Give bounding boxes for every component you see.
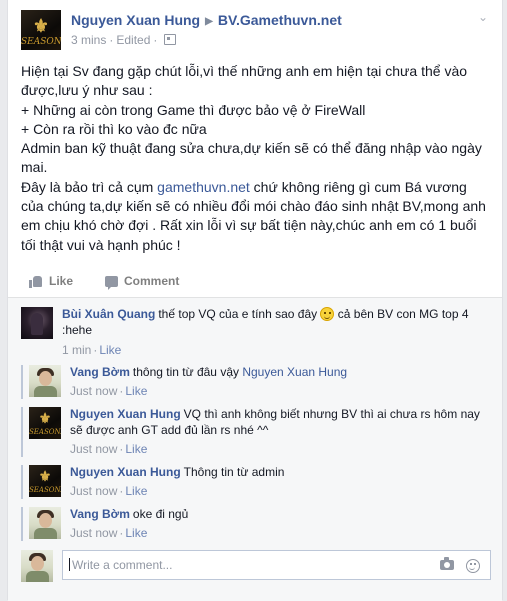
smiley-emoji-icon [320, 307, 335, 321]
gamethuvn-link[interactable]: gamethuvn.net [157, 179, 250, 195]
emoji-smile-icon[interactable] [466, 559, 480, 573]
text-caret [69, 558, 70, 571]
comment-meta: Just now · Like [70, 384, 148, 398]
chevron-down-icon[interactable]: ⌄ [475, 10, 491, 26]
commenter-name-link[interactable]: Nguyen Xuan Hung [70, 407, 181, 421]
commenter-avatar[interactable]: ⚜ SEASONX [29, 407, 61, 439]
comment-timestamp[interactable]: Just now [70, 526, 117, 540]
speech-bubble-icon [105, 275, 118, 290]
post-text-line: Đây là bảo trì cả cụm gamethuvn.net chứ … [21, 178, 486, 253]
post-header: ⚜ SEASONX Nguyen Xuan Hung ▶ BV.Gamethuvn.… [21, 10, 491, 50]
commenter-name-link[interactable]: Vang Bờm [70, 507, 130, 521]
commenter-avatar[interactable]: ⚜ SEASONX [29, 465, 61, 497]
like-button[interactable]: Like [29, 274, 73, 288]
post-timestamp[interactable]: 3 mins [71, 33, 106, 47]
comment-text: Nguyen Xuan Hung Thông tin từ admin [70, 465, 285, 479]
comment-like-link[interactable]: Like [125, 384, 147, 398]
current-user-avatar [21, 550, 53, 582]
commenter-avatar[interactable] [29, 507, 61, 539]
post-body: Hiện tại Sv đang gặp chút lỗi,vì thế nhữ… [21, 62, 491, 255]
author-name-link[interactable]: Nguyen Xuan Hung [71, 12, 200, 28]
commenter-avatar[interactable] [21, 307, 53, 339]
commenter-avatar[interactable] [29, 365, 61, 397]
comment-text: Vang Bờm thông tin từ đâu vậy Nguyen Xuan… [70, 365, 348, 379]
post-text-line: Admin ban kỹ thuật đang sửa chưa,dự kiến… [21, 140, 482, 176]
camera-icon[interactable] [440, 557, 454, 570]
comment-input[interactable]: Write a comment... [62, 550, 491, 580]
comment-timestamp[interactable]: 1 min [62, 343, 91, 357]
author-line: Nguyen Xuan Hung ▶ BV.Gamethuvn.net [71, 12, 342, 28]
mention-link[interactable]: Nguyen Xuan Hung [242, 365, 347, 379]
comment-text: Nguyen Xuan Hung VQ thì anh không biết nh… [70, 407, 480, 437]
commenter-name-link[interactable]: Nguyen Xuan Hung [70, 465, 181, 479]
comment-like-link[interactable]: Like [99, 343, 121, 357]
comment-meta: Just now · Like [70, 526, 148, 540]
edited-label[interactable]: Edited [116, 33, 150, 47]
comment-item: ⚜ SEASONX Nguyen Xuan HungVQ thì anh khô… [21, 407, 493, 457]
author-avatar[interactable]: ⚜ SEASONX [21, 10, 61, 50]
audience-icon[interactable] [164, 34, 177, 45]
comment-like-link[interactable]: Like [125, 484, 147, 498]
arrow-right-icon: ▶ [205, 16, 213, 27]
commenter-name-link[interactable]: Bùi Xuân Quang [62, 307, 155, 321]
target-page-link[interactable]: BV.Gamethuvn.net [218, 12, 342, 28]
comment-item: Vang Bờm thông tin từ đâu vậy Nguyen Xuan… [21, 365, 493, 399]
comment-item: Bùi Xuân Quang thế top VQ của e tính sao … [21, 307, 491, 357]
comment-item: ⚜ SEASONX Nguyen Xuan HungThông tin từ a… [21, 465, 493, 499]
comment-timestamp[interactable]: Just now [70, 384, 117, 398]
comment-composer: Write a comment... [21, 550, 491, 582]
comment-timestamp[interactable]: Just now [70, 442, 117, 456]
comment-button[interactable]: Comment [105, 274, 179, 290]
post-meta: 3 mins · Edited · [71, 33, 177, 47]
commenter-name-link[interactable]: Vang Bờm [70, 365, 130, 379]
comment-meta: Just now · Like [70, 484, 148, 498]
thumbs-up-icon [29, 275, 43, 288]
comment-meta: 1 min · Like [62, 343, 122, 357]
comment-like-link[interactable]: Like [125, 442, 147, 456]
comment-like-link[interactable]: Like [125, 526, 147, 540]
comment-text: Bùi Xuân Quang thế top VQ của e tính sao … [62, 307, 469, 337]
comment-timestamp[interactable]: Just now [70, 484, 117, 498]
post-actions: Like Comment [21, 267, 491, 295]
post-card: ⚜ SEASONX Nguyen Xuan Hung ▶ BV.Gamethuvn.… [7, 0, 503, 601]
season-x-logo: SEASONX [21, 37, 61, 47]
comment-item: Vang Bờm oke đi ngủ Just now · Like [21, 507, 493, 541]
comment-text: Vang Bờm oke đi ngủ [70, 507, 189, 521]
post-text-line: + Những ai còn trong Game thì được bảo v… [21, 101, 366, 118]
comment-meta: Just now · Like [70, 442, 148, 456]
post-text-line: Hiện tại Sv đang gặp chút lỗi,vì thế nhữ… [21, 63, 468, 99]
post-text-line: + Còn ra rồi thì ko vào đc nữa [21, 120, 207, 137]
